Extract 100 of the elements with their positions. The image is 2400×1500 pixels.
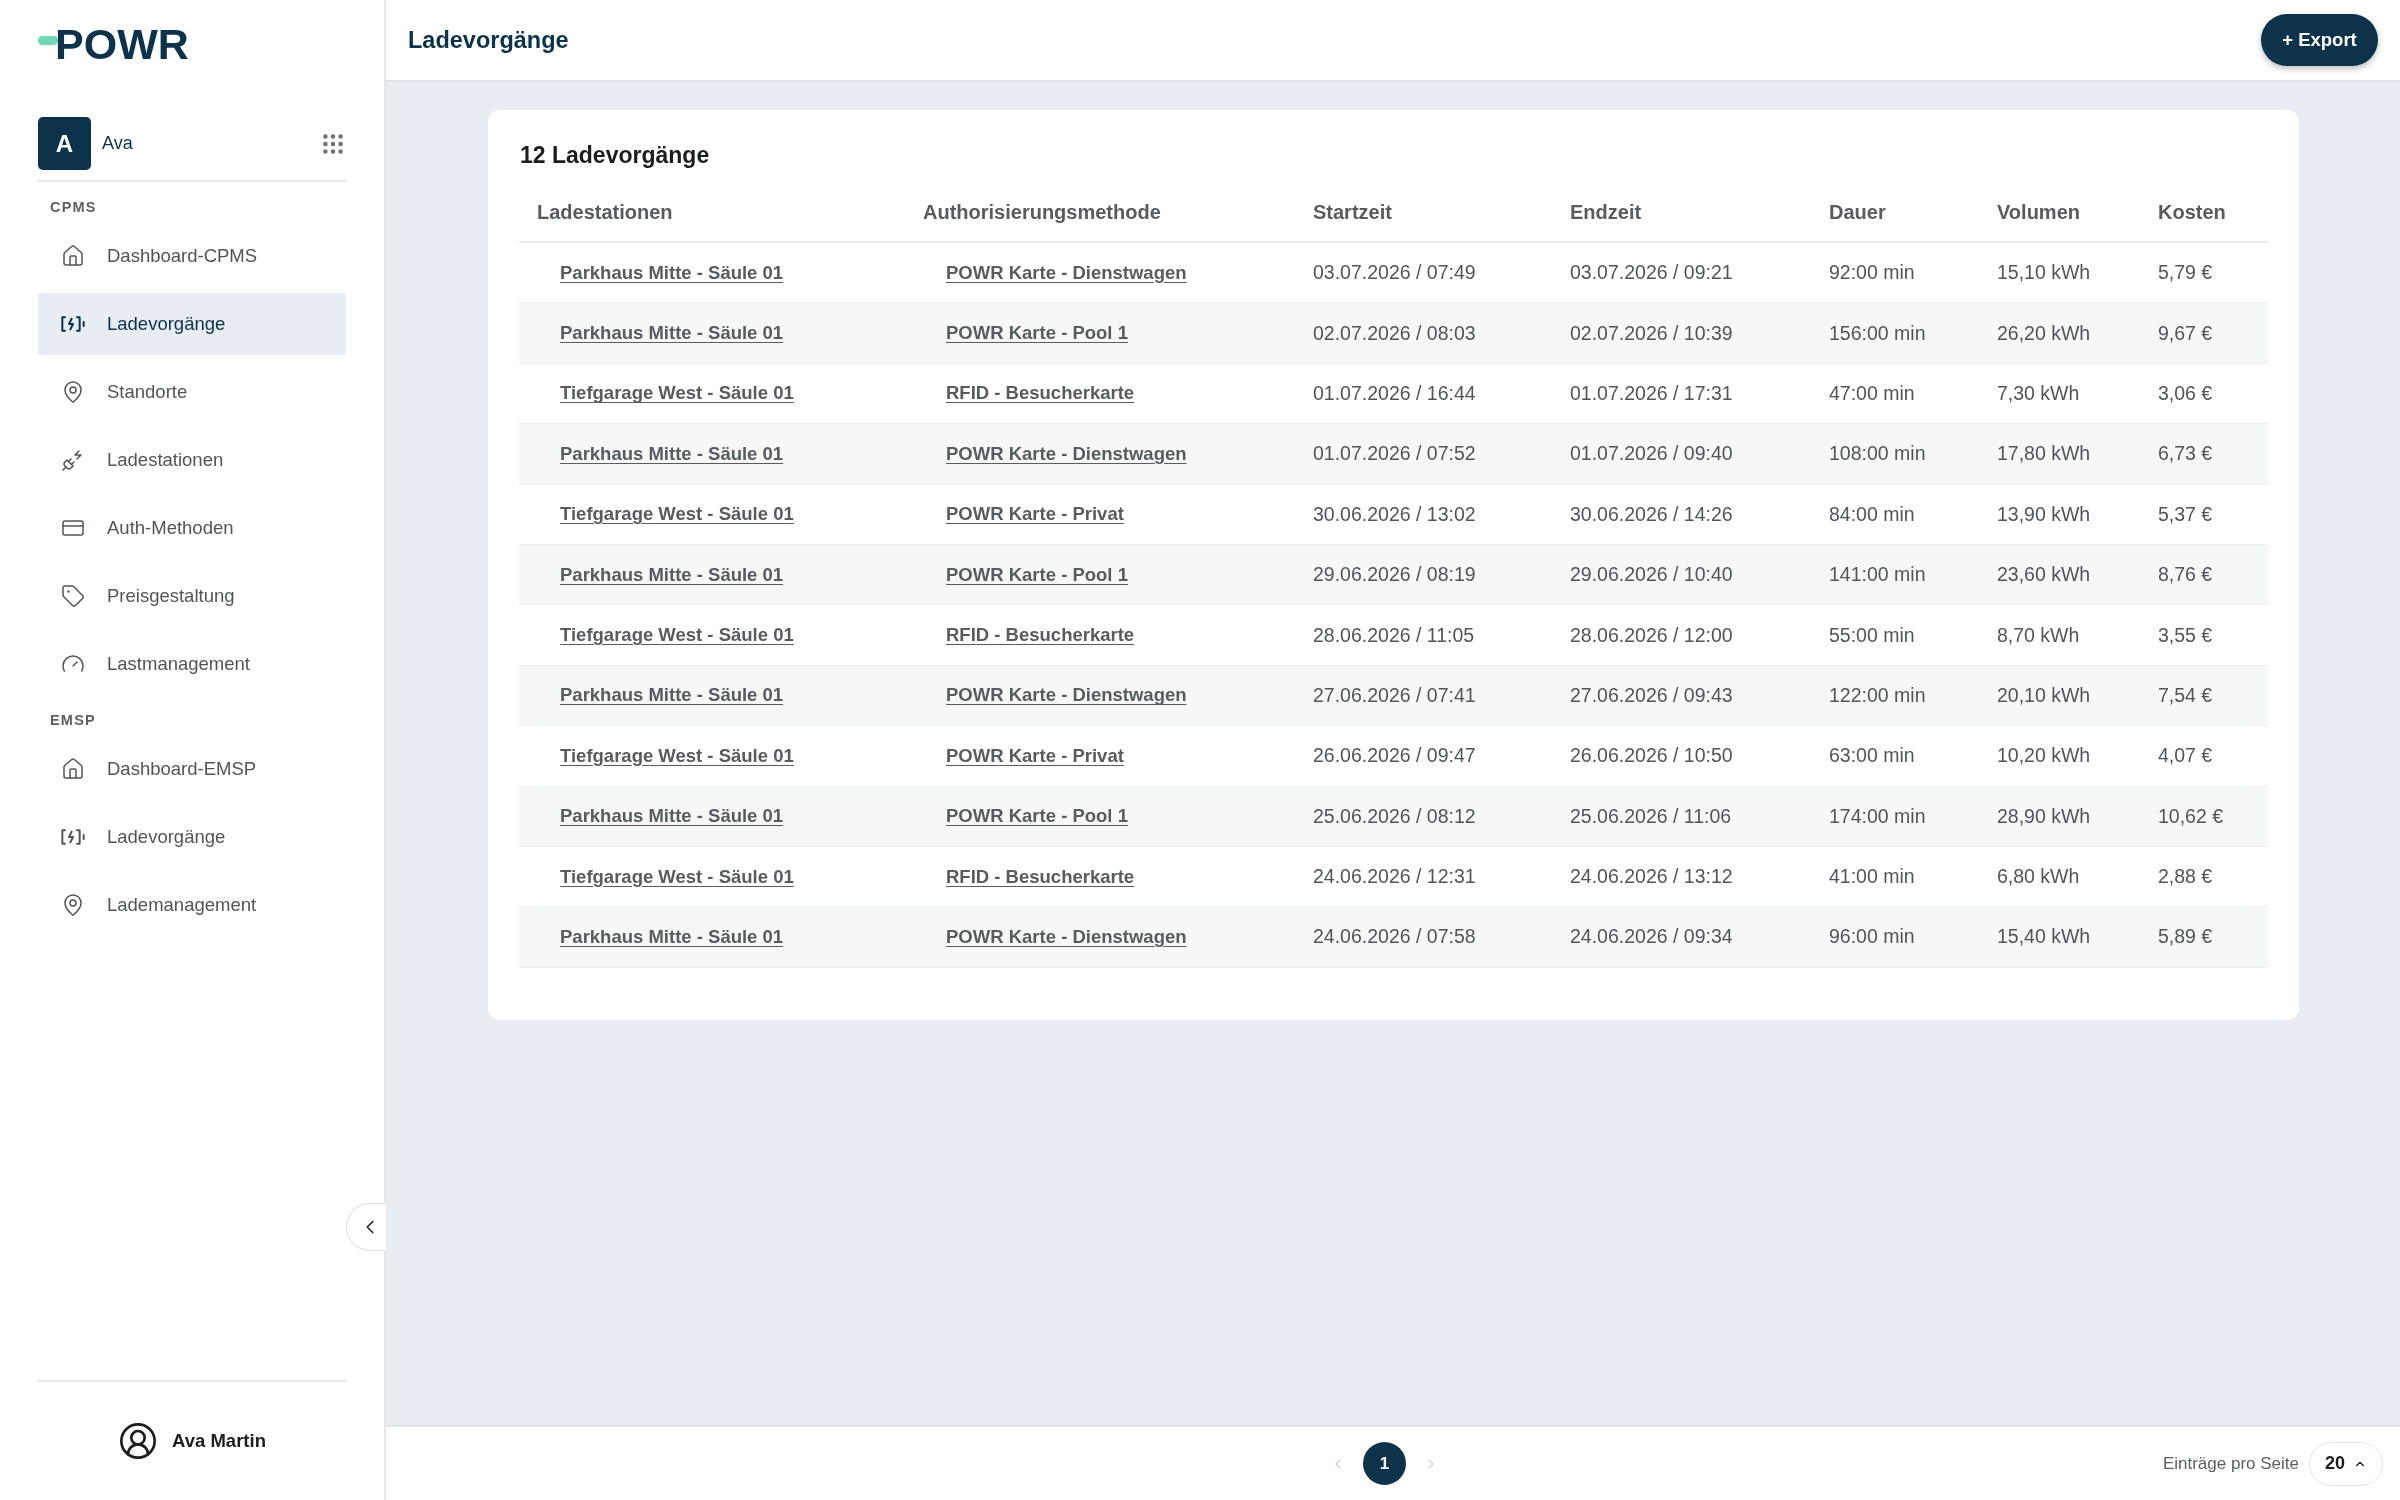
cell-link[interactable]: Tiefgarage West - Säule 01 [560,744,794,766]
table-cell-text: 7,54 € [2157,683,2214,707]
card-title: 12 Ladevorgänge [520,141,711,170]
table-cell-text: 02.07.2026 / 10:39 [1569,321,1734,345]
nav-item[interactable]: Dashboard-EMSP [38,738,346,800]
cell-link[interactable]: Tiefgarage West - Säule 01 [560,503,794,525]
table-cell-text: 24.06.2026 / 09:34 [1569,925,1734,949]
user-name[interactable]: Ava Martin [172,1430,266,1452]
table-cell-text: 8,76 € [2157,563,2214,587]
table-cell-text: 26,20 kWh [1996,321,2092,345]
column-header: Volumen [1996,200,2081,224]
cell-link[interactable]: POWR Karte - Privat [946,744,1124,766]
nav-item[interactable]: Auth-Methoden [38,497,346,559]
nav-item[interactable]: Lastmanagement [38,633,346,695]
cell-link[interactable]: Parkhaus Mitte - Säule 01 [560,926,784,947]
table-cell-text: 10,62 € [2157,804,2225,828]
cell-link[interactable]: Parkhaus Mitte - Säule 01 [560,684,784,706]
collapse-sidebar-button[interactable] [346,1203,386,1251]
table-cell-text: 29.06.2026 / 08:19 [1312,563,1477,587]
home-icon [61,757,85,781]
section-label: CPMS [49,199,98,216]
table-cell-text: 6,73 € [2157,442,2214,466]
table-cell-text: 26.06.2026 / 10:50 [1569,744,1734,768]
table-cell-text: 96:00 min [1828,925,1916,949]
table-cell-text: 01.07.2026 / 07:52 [1312,442,1477,466]
table-cell-text: 28,90 kWh [1996,804,2092,828]
table-cell-text: 5,37 € [2157,502,2214,526]
table-cell-text: 2,88 € [2157,865,2214,889]
column-header: Endzeit [1569,200,1643,224]
avatar: A [38,117,91,170]
nav-item[interactable]: Preisgestaltung [38,565,346,627]
column-header: Dauer [1828,200,1887,224]
tag-icon [61,584,85,608]
cell-link[interactable]: RFID - Besucherkarte [946,865,1135,887]
cell-link[interactable]: Parkhaus Mitte - Säule 01 [560,322,784,344]
page-button[interactable]: 1 [1363,1442,1406,1485]
table-cell-text: 29.06.2026 / 10:40 [1569,563,1734,587]
logo: POWR [38,24,189,64]
table-cell-text: 9,67 € [2157,321,2214,345]
cell-link[interactable]: POWR Karte - Dienstwagen [946,926,1187,947]
table-cell-text: 156:00 min [1828,321,1927,345]
table-cell-text: 15,40 kWh [1996,925,2092,949]
cell-link[interactable]: Parkhaus Mitte - Säule 01 [560,261,784,283]
table-cell-text: 5,79 € [2157,261,2214,285]
table-cell-text: 122:00 min [1828,683,1927,707]
nav-item[interactable]: Dashboard-CPMS [38,225,346,287]
nav-item[interactable]: Ladevorgänge [38,806,346,868]
map-pin-icon [61,893,85,917]
cell-link[interactable]: POWR Karte - Pool 1 [946,805,1128,827]
table-cell-text: 27.06.2026 / 09:43 [1569,683,1734,707]
cell-link[interactable]: Tiefgarage West - Säule 01 [560,624,794,646]
table-cell-text: 01.07.2026 / 17:31 [1569,381,1734,405]
table-cell-text: 174:00 min [1828,804,1927,828]
export-button[interactable]: + Export [2261,14,2378,66]
cell-link[interactable]: POWR Karte - Dienstwagen [946,261,1187,283]
cell-link[interactable]: POWR Karte - Dienstwagen [946,442,1187,464]
table-cell-text: 24.06.2026 / 13:12 [1569,865,1734,889]
table-cell-text: 141:00 min [1828,563,1927,587]
page-size-select[interactable]: 20 [2309,1441,2383,1486]
map-pin-icon [61,380,85,404]
column-header: Authorisierungsmethode [922,200,1162,224]
cell-link[interactable]: POWR Karte - Pool 1 [946,563,1128,585]
table-cell-text: 30.06.2026 / 13:02 [1312,502,1477,526]
table-cell-text: 01.07.2026 / 09:40 [1569,442,1734,466]
table-cell-text: 24.06.2026 / 07:58 [1312,925,1477,949]
table-cell-text: 41:00 min [1828,865,1916,889]
workspace-name: Ava [102,133,134,154]
cell-link[interactable]: Parkhaus Mitte - Säule 01 [560,805,784,827]
nav-item[interactable]: Ladestationen [38,429,346,491]
table-cell-text: 03.07.2026 / 09:21 [1569,261,1734,285]
battery-charging-icon [61,316,85,332]
nav-item[interactable]: Ladevorgänge [38,293,346,355]
table-cell-text: 03.07.2026 / 07:49 [1312,261,1477,285]
cell-link[interactable]: Parkhaus Mitte - Säule 01 [560,442,784,464]
table-cell-text: 28.06.2026 / 11:05 [1312,623,1476,647]
table-cell-text: 108:00 min [1828,442,1927,466]
cell-link[interactable]: POWR Karte - Pool 1 [946,322,1128,344]
user-avatar-icon [118,1421,159,1461]
table-cell-text: 24.06.2026 / 12:31 [1312,865,1477,889]
table-cell-text: 30.06.2026 / 14:26 [1569,502,1734,526]
cell-link[interactable]: Tiefgarage West - Säule 01 [560,865,794,887]
battery-charging-icon [61,829,85,845]
table-cell-text: 01.07.2026 / 16:44 [1312,381,1477,405]
cell-link[interactable]: Parkhaus Mitte - Säule 01 [560,563,784,585]
cell-link[interactable]: Tiefgarage West - Säule 01 [560,382,794,404]
nav-item[interactable]: Standorte [38,361,346,423]
table-cell-text: 25.06.2026 / 11:06 [1569,804,1733,828]
table-cell-text: 3,06 € [2157,381,2214,405]
table-cell-text: 25.06.2026 / 08:12 [1312,804,1477,828]
nav-item[interactable]: Lademanagement [38,874,346,936]
home-icon [61,244,85,268]
column-header: Startzeit [1312,200,1393,224]
table-cell-text: 7,30 kWh [1996,381,2081,405]
cell-link[interactable]: RFID - Besucherkarte [946,624,1135,646]
cell-link[interactable]: POWR Karte - Dienstwagen [946,684,1187,706]
cell-link[interactable]: RFID - Besucherkarte [946,382,1135,404]
cell-link[interactable]: POWR Karte - Privat [946,503,1124,525]
table-cell-text: 3,55 € [2157,623,2214,647]
plug-icon [61,448,85,472]
table-cell-text: 8,70 kWh [1996,623,2081,647]
